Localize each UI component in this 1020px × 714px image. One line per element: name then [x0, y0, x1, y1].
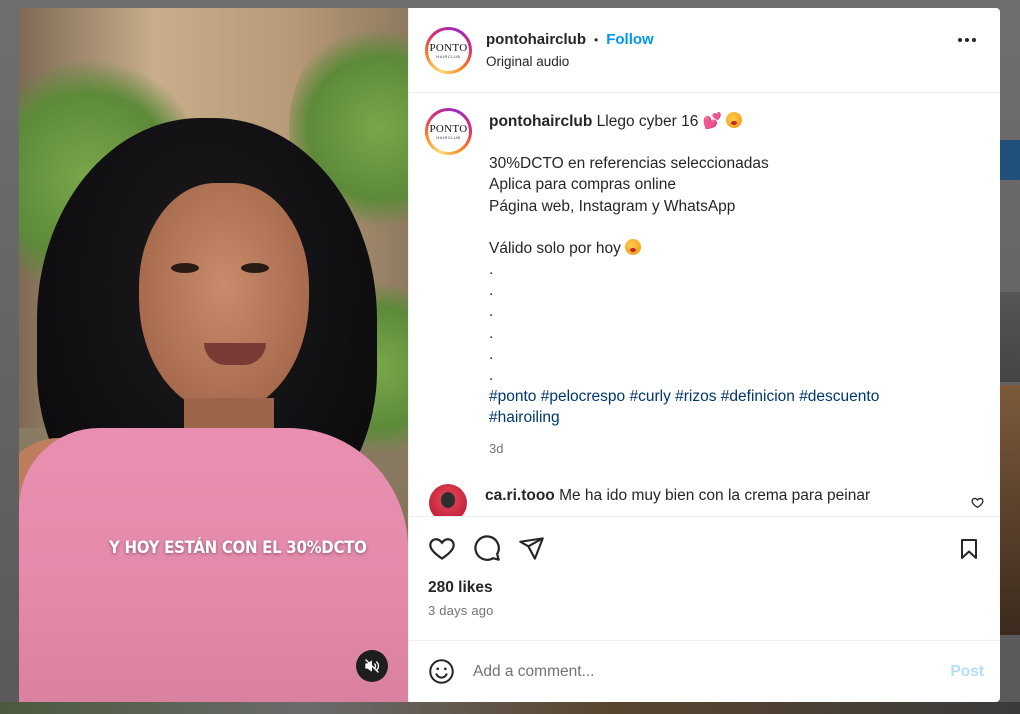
header-username[interactable]: pontohairclub [486, 31, 586, 48]
caption-line: 30%DCTO en referencias seleccionadas [489, 155, 769, 173]
caption-avatar[interactable]: PONTO HAIRCLUB [425, 108, 472, 155]
reel-video[interactable]: Y HOY ESTÁN CON EL 30%DCTO [19, 8, 408, 702]
hashtags[interactable]: #ponto #pelocrespo #curly #rizos #defini… [489, 386, 879, 407]
post-modal: Y HOY ESTÁN CON EL 30%DCTO PONTO HAIRCLU… [19, 8, 1000, 702]
caption-dot: . [489, 345, 494, 363]
two-hearts-emoji-icon: 💕 [702, 113, 722, 130]
background-thumbnail [1000, 385, 1020, 635]
like-button[interactable] [428, 534, 456, 562]
audio-label[interactable]: Original audio [486, 54, 654, 69]
comment-input[interactable] [473, 662, 951, 681]
hashtags[interactable]: #hairoiling [489, 407, 879, 428]
mute-button[interactable] [356, 650, 388, 682]
caption-dot: . [489, 303, 494, 321]
video-caption: Y HOY ESTÁN CON EL 30%DCTO [109, 536, 367, 558]
save-button[interactable] [957, 536, 981, 567]
likes-count[interactable]: 280 likes [409, 579, 1000, 597]
comment-item: ca.ri.tooo Me ha ido muy bien con la cre… [425, 483, 984, 516]
smiley-face-icon [429, 659, 454, 684]
caption-dot: . [489, 367, 494, 385]
bookmark-icon [961, 539, 977, 559]
action-bar [409, 517, 1000, 579]
caption-first-line: Llego cyber 16 [592, 113, 703, 130]
caption-dot: . [489, 261, 494, 279]
separator-dot: • [594, 32, 599, 47]
post-date[interactable]: 3 days ago [409, 597, 1000, 618]
send-paper-plane-icon [519, 536, 544, 560]
speaker-muted-icon [365, 659, 380, 673]
comment-bubble-icon [474, 535, 500, 561]
post-time[interactable]: 3d [489, 438, 879, 459]
comments-section[interactable]: PONTO HAIRCLUB pontohairclub Llego cyber… [409, 93, 1000, 517]
emoji-picker-button[interactable] [428, 658, 455, 685]
caption-line: Aplica para compras online [489, 176, 676, 194]
kissing-face-emoji-icon [726, 112, 743, 128]
caption-username[interactable]: pontohairclub [489, 113, 592, 130]
caption-valid-line: Válido solo por hoy [489, 239, 626, 257]
kissing-face-emoji-icon [625, 238, 642, 255]
more-options-icon [958, 38, 962, 42]
person-shirt [19, 428, 408, 702]
caption-dot: . [489, 282, 494, 300]
comment-button[interactable] [473, 534, 501, 562]
add-comment-bar: Post [409, 640, 1000, 702]
post-header: PONTO HAIRCLUB pontohairclub • Follow Or… [409, 8, 1000, 93]
caption-dot: . [489, 324, 494, 342]
heart-icon [971, 497, 984, 509]
background-banner [1000, 140, 1020, 180]
avatar-logo-text: PONTO [429, 41, 468, 54]
background-thumbnail [1000, 292, 1020, 382]
profile-avatar[interactable]: PONTO HAIRCLUB [425, 26, 472, 74]
comment-like-button[interactable] [971, 496, 984, 514]
caption-line: Página web, Instagram y WhatsApp [489, 197, 736, 215]
heart-icon [429, 538, 455, 560]
more-options-button[interactable] [958, 38, 976, 42]
share-button[interactable] [518, 535, 545, 562]
follow-button[interactable]: Follow [606, 31, 654, 48]
post-caption: PONTO HAIRCLUB pontohairclub Llego cyber… [425, 108, 984, 459]
comment-text: Me ha ido muy bien con la crema para pei… [554, 486, 871, 504]
comment-username[interactable]: ca.ri.tooo [485, 487, 555, 504]
avatar-logo-subtext: HAIRCLUB [436, 53, 461, 59]
background-thumbnails-row [0, 702, 1020, 714]
commenter-avatar[interactable] [429, 483, 467, 516]
person-face [139, 183, 309, 413]
post-comment-button[interactable]: Post [950, 663, 984, 681]
post-details-panel: PONTO HAIRCLUB pontohairclub • Follow Or… [408, 8, 1000, 702]
